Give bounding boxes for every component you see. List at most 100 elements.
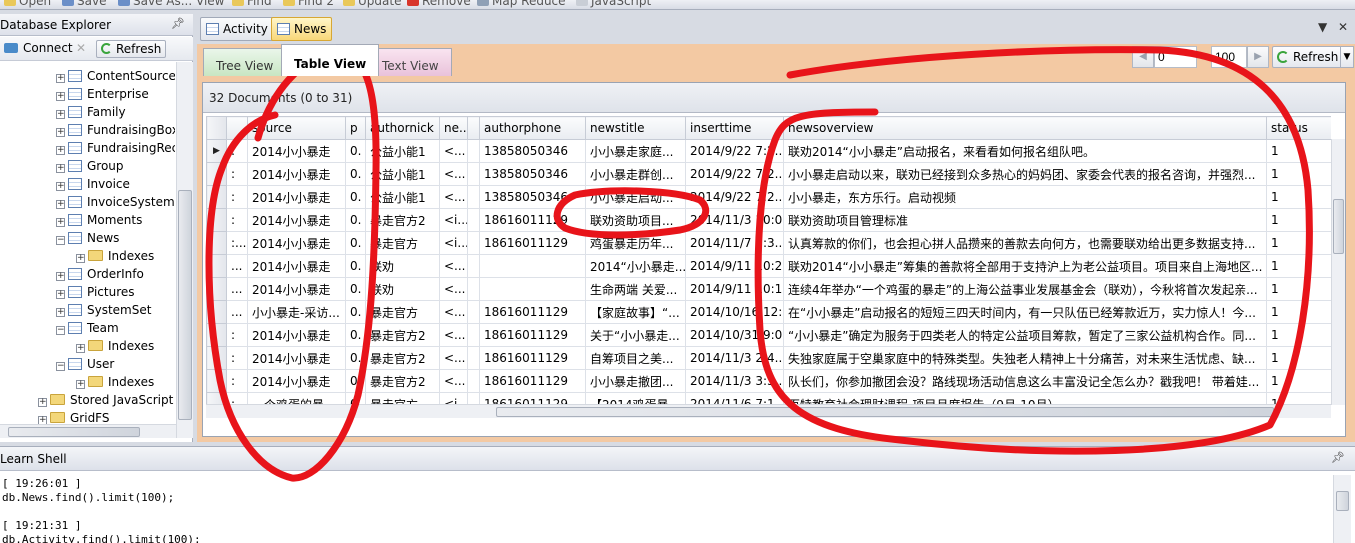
tree-item[interactable]: + Moments	[56, 211, 142, 229]
pin-icon[interactable]: 📌︎	[1331, 451, 1345, 464]
find2-button[interactable]: Find 2	[283, 0, 334, 9]
expand-icon[interactable]: +	[76, 254, 85, 263]
row-header[interactable]	[206, 392, 227, 404]
expand-icon[interactable]: +	[56, 110, 65, 119]
table-row[interactable]: ... 2014小小暴走 0. 联劝 <... 生命两端 关爱... 2014/9/11 1…	[206, 277, 1331, 301]
table-cell[interactable]	[467, 300, 480, 324]
table-cell[interactable]: <i...	[439, 208, 468, 232]
table-row[interactable]: ▶:2014小小暴走 0. 公益小能1 <... 13858050346 小小暴走家庭..…	[206, 139, 1331, 163]
tree-item[interactable]: + Group	[56, 157, 124, 175]
table-cell[interactable]: 1	[1266, 277, 1331, 301]
tab-news[interactable]: News	[271, 17, 333, 41]
table-cell[interactable]: 2014小小暴走	[247, 231, 346, 255]
table-cell[interactable]: :	[226, 162, 248, 186]
expand-icon[interactable]: +	[56, 74, 65, 83]
row-header[interactable]	[206, 185, 227, 209]
open-button[interactable]: Open	[4, 0, 51, 9]
column-header[interactable]: newsoverview	[783, 116, 1267, 140]
table-row[interactable]: ... 小小暴走-采访... 0. 暴走官方 <... 18616011129 【家庭故事】…	[206, 300, 1331, 324]
column-header[interactable]: inserttime	[685, 116, 784, 140]
table-cell[interactable]: 0.	[345, 254, 366, 278]
column-header[interactable]	[226, 116, 248, 140]
table-cell[interactable]: :	[226, 323, 248, 347]
table-cell[interactable]: 认真筹款的你们，也会担心拼人品攒来的善款去向何方，也需要联劝给出更多数据支持..…	[783, 231, 1267, 255]
row-header[interactable]	[206, 323, 227, 347]
table-cell[interactable]: 鸡蛋暴走历年...	[585, 231, 686, 255]
expand-icon[interactable]: +	[56, 290, 65, 299]
table-cell[interactable]: :	[226, 346, 248, 370]
table-cell[interactable]: 2014/9/11 10:1...	[685, 277, 784, 301]
table-cell[interactable]: 2014“小小暴走...	[585, 254, 686, 278]
table-cell[interactable]: 小小暴走，东方乐行。启动视频	[783, 185, 1267, 209]
table-cell[interactable]: 联劝2014“小小暴走”启动报名，来看看如何报名组队吧。	[783, 139, 1267, 163]
table-cell[interactable]: 2014/9/22 7:2...	[685, 162, 784, 186]
table-cell[interactable]: <...	[439, 162, 468, 186]
table-cell[interactable]	[467, 162, 480, 186]
table-cell[interactable]: 队长们，你参加撤团会没？路线现场活动信息这么丰富没记全怎么办？戳我吧！ 带着娃.…	[783, 369, 1267, 393]
table-cell[interactable]: 1	[1266, 162, 1331, 186]
expand-icon[interactable]: +	[56, 182, 65, 191]
table-cell[interactable]: “小小暴走”确定为服务于四类老人的特定公益项目筹款，暂定了三家公益机构合作。同.…	[783, 323, 1267, 347]
table-row[interactable]: :2014小小暴走 0. 公益小能1 <... 13858050346 小小暴走群创...…	[206, 162, 1331, 186]
table-row[interactable]: :2014小小暴走 0. 暴走官方2 <... 18616011129 小小暴走撤团...…	[206, 369, 1331, 393]
expand-icon[interactable]: +	[56, 308, 65, 317]
collapse-icon[interactable]: −	[56, 362, 65, 371]
tree-item[interactable]: − News	[56, 229, 119, 247]
table-cell[interactable]: 2014/11/7 3:3...	[685, 231, 784, 255]
table-cell[interactable]: 在“小小暴走”启动报名的短短三四天时间内，有一只队伍已经筹款近万，实力惊人！今.…	[783, 300, 1267, 324]
expand-icon[interactable]: +	[56, 164, 65, 173]
table-row[interactable]: :2014小小暴走 0. 暴走官方2 <... 18616011129 自筹项目之美...…	[206, 346, 1331, 370]
table-cell[interactable]: 1	[1266, 323, 1331, 347]
view-button[interactable]: View	[196, 0, 224, 9]
current-row-arrow-icon[interactable]: ▶	[206, 139, 227, 163]
table-cell[interactable]: :	[226, 185, 248, 209]
table-cell[interactable]: 18616011129	[479, 208, 586, 232]
table-cell[interactable]: ...	[226, 254, 248, 278]
table-cell[interactable]: <...	[439, 323, 468, 347]
save-button[interactable]: Save	[62, 0, 106, 9]
table-cell[interactable]: 1	[1266, 208, 1331, 232]
table-cell[interactable]: 1	[1266, 346, 1331, 370]
table-cell[interactable]	[467, 139, 480, 163]
table-cell[interactable]: 2014小小暴走	[247, 162, 346, 186]
table-cell[interactable]: 2014/10/31 9:0...	[685, 323, 784, 347]
table-cell[interactable]	[467, 277, 480, 301]
expand-icon[interactable]: +	[56, 200, 65, 209]
table-cell[interactable]: <...	[439, 254, 468, 278]
table-cell[interactable]: 2014小小暴走	[247, 254, 346, 278]
row-header[interactable]	[206, 254, 227, 278]
column-header[interactable]: p	[345, 116, 366, 140]
table-cell[interactable]: 失独家庭属于空巢家庭中的特殊类型。失独老人精神上十分痛苦，对未来生活忧虑、缺..…	[783, 346, 1267, 370]
table-cell[interactable]: 百特教育社会理财课程-项目月度报告（9月-10月）	[783, 392, 1267, 404]
tree-item[interactable]: + Family	[56, 103, 126, 121]
remove-button[interactable]: Remove	[407, 0, 471, 9]
tab-activity[interactable]: Activity	[200, 17, 274, 41]
expand-icon[interactable]: +	[76, 380, 85, 389]
table-cell[interactable]	[467, 208, 480, 232]
table-cell[interactable]: 暴走官方	[365, 300, 440, 324]
table-cell[interactable]: 1	[1266, 392, 1331, 404]
table-cell[interactable]: 0.	[345, 208, 366, 232]
table-cell[interactable]: 1	[1266, 139, 1331, 163]
tree-item[interactable]: + Enterprise	[56, 85, 149, 103]
table-cell[interactable]: 0.	[345, 392, 366, 404]
table-cell[interactable]: :...	[226, 392, 248, 404]
tree-item[interactable]: + ContentSource	[56, 67, 175, 85]
table-cell[interactable]: 公益小能1	[365, 162, 440, 186]
table-cell[interactable]: 1	[1266, 254, 1331, 278]
expand-icon[interactable]: +	[56, 272, 65, 281]
expand-icon[interactable]: +	[76, 344, 85, 353]
table-cell[interactable]: 公益小能1	[365, 139, 440, 163]
table-cell[interactable]: 0.	[345, 300, 366, 324]
table-cell[interactable]: 2014小小暴走	[247, 323, 346, 347]
table-cell[interactable]: 0.	[345, 369, 366, 393]
update-button[interactable]: Update	[343, 0, 401, 9]
page-count-input[interactable]	[1211, 46, 1247, 68]
table-cell[interactable]: :	[226, 139, 248, 163]
tree-item[interactable]: + Invoice	[56, 175, 130, 193]
table-cell[interactable]: 2014小小暴走	[247, 277, 346, 301]
table-cell[interactable]: 18616011129	[479, 392, 586, 404]
table-cell[interactable]: <...	[439, 300, 468, 324]
table-row[interactable]: :...一个鸡蛋的暴...0.暴走官方<i... 18616011129【2014…	[206, 392, 1331, 404]
table-cell[interactable]	[467, 323, 480, 347]
